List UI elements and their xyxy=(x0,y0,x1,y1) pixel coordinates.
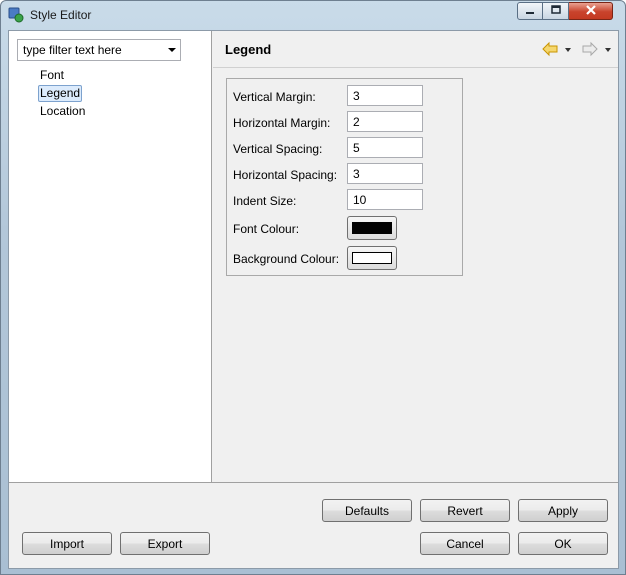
import-button[interactable]: Import xyxy=(22,532,112,555)
maximize-button[interactable] xyxy=(543,2,569,20)
vertical-spacing-label: Vertical Spacing: xyxy=(233,142,323,156)
background-colour-swatch xyxy=(352,252,392,264)
indent-size-field[interactable]: 10 xyxy=(347,189,423,210)
preference-page: Legend Vertical Margin: 3 Horizontal Mar… xyxy=(213,31,618,482)
back-arrow-icon[interactable] xyxy=(542,41,558,57)
close-button[interactable] xyxy=(569,2,613,20)
revert-button[interactable]: Revert xyxy=(420,499,510,522)
font-colour-button[interactable] xyxy=(347,216,397,240)
filter-combo[interactable]: type filter text here xyxy=(17,39,181,61)
apply-button[interactable]: Apply xyxy=(518,499,608,522)
export-button[interactable]: Export xyxy=(120,532,210,555)
font-colour-label: Font Colour: xyxy=(233,222,300,236)
font-colour-swatch xyxy=(352,222,392,234)
close-icon xyxy=(585,4,597,19)
navigation-pane: type filter text here Font Legend Locati… xyxy=(9,31,212,482)
minimize-icon xyxy=(525,4,535,18)
chevron-down-icon[interactable] xyxy=(168,48,176,52)
maximize-icon xyxy=(550,4,561,18)
ok-button[interactable]: OK xyxy=(518,532,608,555)
forward-dropdown-icon[interactable] xyxy=(605,48,611,52)
button-area-separator xyxy=(9,482,618,483)
vertical-spacing-field[interactable]: 5 xyxy=(347,137,423,158)
minimize-button[interactable] xyxy=(517,2,543,20)
cancel-button[interactable]: Cancel xyxy=(420,532,510,555)
horizontal-spacing-label: Horizontal Spacing: xyxy=(233,168,338,182)
background-colour-label: Background Colour: xyxy=(233,252,340,266)
vertical-margin-field[interactable]: 3 xyxy=(347,85,423,106)
style-editor-icon xyxy=(8,7,24,23)
horizontal-spacing-field[interactable]: 3 xyxy=(347,163,423,184)
horizontal-margin-label: Horizontal Margin: xyxy=(233,116,331,130)
title-separator xyxy=(213,67,618,68)
background-colour-button[interactable] xyxy=(347,246,397,270)
legend-settings-group: Vertical Margin: 3 Horizontal Margin: 2 … xyxy=(226,78,463,276)
forward-arrow-icon[interactable] xyxy=(582,41,598,57)
tree-item-location[interactable]: Location xyxy=(38,103,87,120)
window-title: Style Editor xyxy=(30,8,92,22)
defaults-button[interactable]: Defaults xyxy=(322,499,412,522)
horizontal-margin-field[interactable]: 2 xyxy=(347,111,423,132)
title-bar[interactable]: Style Editor xyxy=(1,1,625,29)
indent-size-label: Indent Size: xyxy=(233,194,297,208)
page-title: Legend xyxy=(225,42,272,57)
filter-text[interactable]: type filter text here xyxy=(23,43,122,57)
vertical-margin-label: Vertical Margin: xyxy=(233,90,316,104)
dialog-client-area: type filter text here Font Legend Locati… xyxy=(8,30,619,569)
tree-item-font[interactable]: Font xyxy=(38,67,66,84)
back-dropdown-icon[interactable] xyxy=(565,48,571,52)
tree-item-legend[interactable]: Legend xyxy=(38,85,83,102)
style-editor-window: Style Editor type filter text here Font xyxy=(0,0,626,575)
